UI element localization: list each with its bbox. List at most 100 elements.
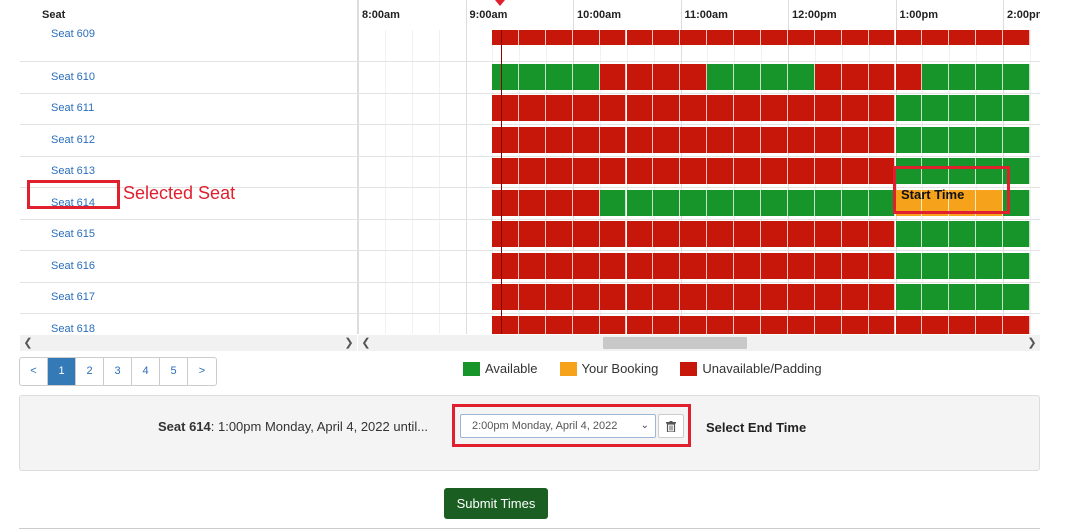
time-slot-unavailable[interactable] [814,126,842,153]
time-slot-available[interactable] [761,63,788,90]
time-slot-unavailable[interactable] [734,30,761,45]
time-slot-unavailable[interactable] [868,158,896,184]
time-slot-unavailable[interactable] [492,30,519,45]
time-slot-unavailable[interactable] [599,30,627,45]
seat-link[interactable]: Seat 613 [51,165,95,177]
time-slot-available[interactable] [949,95,977,121]
time-slot-available[interactable] [895,95,923,121]
time-slot-unavailable[interactable] [814,63,842,90]
time-slot-available[interactable] [922,63,950,90]
time-slot-available[interactable] [922,252,950,279]
time-slot-unavailable[interactable] [868,315,896,334]
time-slot-available[interactable] [976,252,1004,279]
time-slot-available[interactable] [895,221,923,247]
time-slot-available[interactable] [976,284,1004,310]
time-slot-unavailable[interactable] [761,158,788,184]
time-slot-unavailable[interactable] [572,30,600,45]
time-slot-unavailable[interactable] [626,158,654,184]
time-slot-unavailable[interactable] [787,315,815,334]
time-slot-unavailable[interactable] [841,95,869,121]
time-slot-unavailable[interactable] [868,284,896,310]
time-slot-available[interactable] [572,63,600,90]
time-slot-unavailable[interactable] [518,126,546,153]
time-slot-unavailable[interactable] [814,30,842,45]
time-slot-available[interactable] [949,252,977,279]
time-slot-unavailable[interactable] [868,126,896,153]
time-slot-available[interactable] [492,63,519,90]
time-slot-unavailable[interactable] [653,252,681,279]
time-slot-unavailable[interactable] [518,315,546,334]
time-slot-available[interactable] [653,189,681,216]
time-slot-unavailable[interactable] [707,126,735,153]
time-slot-unavailable[interactable] [976,315,1004,334]
time-slot-unavailable[interactable] [599,158,627,184]
seat-link[interactable]: Seat 612 [51,134,95,146]
time-slot-available[interactable] [895,126,923,153]
time-slot-unavailable[interactable] [492,158,519,184]
time-slot-unavailable[interactable] [599,126,627,153]
time-slot-unavailable[interactable] [545,126,573,153]
time-slot-unavailable[interactable] [761,284,788,310]
time-slot-unavailable[interactable] [707,221,735,247]
time-slot-unavailable[interactable] [518,252,546,279]
page-4-button[interactable]: 4 [132,358,160,385]
time-slot-available[interactable] [1003,63,1030,90]
time-slot-unavailable[interactable] [680,126,708,153]
time-slot-unavailable[interactable] [599,315,627,334]
time-slot-unavailable[interactable] [572,189,600,216]
time-slot-available[interactable] [599,189,627,216]
time-slot-available[interactable] [1003,284,1030,310]
time-slot-unavailable[interactable] [599,63,627,90]
time-slot-available[interactable] [518,63,546,90]
time-slot-unavailable[interactable] [518,30,546,45]
time-slot-unavailable[interactable] [868,221,896,247]
time-slot-available[interactable] [895,252,923,279]
time-slot-unavailable[interactable] [492,126,519,153]
time-slot-unavailable[interactable] [653,315,681,334]
time-slot-unavailable[interactable] [949,30,977,45]
time-slot-unavailable[interactable] [626,284,654,310]
time-slot-unavailable[interactable] [492,252,519,279]
time-slot-available[interactable] [680,189,708,216]
time-slot-unavailable[interactable] [841,30,869,45]
time-slot-unavailable[interactable] [492,189,519,216]
time-slot-available[interactable] [1003,252,1030,279]
time-slot-unavailable[interactable] [518,284,546,310]
time-slot-unavailable[interactable] [680,284,708,310]
time-slot-unavailable[interactable] [545,221,573,247]
submit-times-button[interactable]: Submit Times [444,488,548,519]
seat-column-scrollbar[interactable]: ❮ ❯ [20,335,357,351]
time-slot-unavailable[interactable] [680,158,708,184]
time-slot-unavailable[interactable] [518,95,546,121]
time-slot-unavailable[interactable] [572,158,600,184]
time-slot-unavailable[interactable] [814,221,842,247]
time-slot-unavailable[interactable] [626,30,654,45]
time-slot-unavailable[interactable] [653,126,681,153]
time-slot-unavailable[interactable] [976,30,1004,45]
time-slot-unavailable[interactable] [492,95,519,121]
time-slot-unavailable[interactable] [895,30,923,45]
time-slot-unavailable[interactable] [545,315,573,334]
time-slot-unavailable[interactable] [626,126,654,153]
time-slot-unavailable[interactable] [518,221,546,247]
time-slot-unavailable[interactable] [922,30,950,45]
scroll-right-icon[interactable]: ❯ [1024,335,1040,351]
time-slot-unavailable[interactable] [707,315,735,334]
time-slot-unavailable[interactable] [680,95,708,121]
time-slot-unavailable[interactable] [599,252,627,279]
timeline-scrollbar[interactable]: ❮ ❯ [358,335,1040,351]
time-slot-unavailable[interactable] [599,95,627,121]
time-slot-available[interactable] [949,221,977,247]
time-slot-available[interactable] [1003,95,1030,121]
scroll-right-icon[interactable]: ❯ [341,335,357,351]
time-slot-unavailable[interactable] [680,221,708,247]
time-slot-unavailable[interactable] [787,284,815,310]
time-slot-unavailable[interactable] [922,315,950,334]
time-slot-unavailable[interactable] [734,284,761,310]
time-slot-unavailable[interactable] [761,221,788,247]
time-slot-unavailable[interactable] [680,30,708,45]
time-slot-unavailable[interactable] [814,252,842,279]
time-slot-unavailable[interactable] [841,284,869,310]
time-slot-available[interactable] [922,126,950,153]
time-slot-unavailable[interactable] [814,284,842,310]
